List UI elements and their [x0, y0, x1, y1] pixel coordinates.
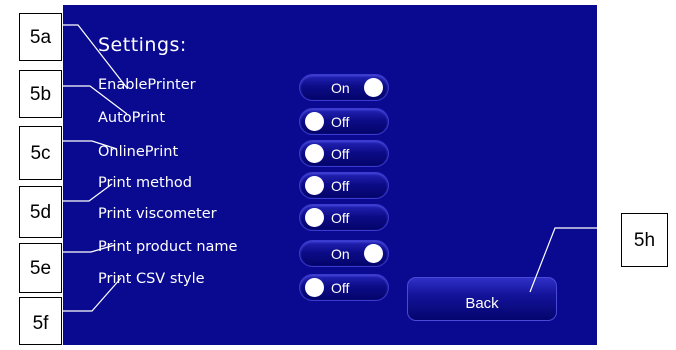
callout-leader-lines — [61, 24, 622, 312]
callout-5d: 5d — [19, 186, 62, 238]
leader-5h — [529, 227, 622, 293]
leader-5a — [61, 24, 128, 89]
leader-5c — [61, 140, 118, 150]
callout-5b: 5b — [19, 70, 62, 118]
callout-5h: 5h — [621, 213, 668, 267]
leader-5b — [61, 85, 128, 115]
callout-5f: 5f — [19, 297, 62, 345]
leader-5f — [61, 277, 122, 312]
leader-5d — [61, 183, 113, 202]
callout-5c: 5c — [19, 126, 62, 180]
leader-5e — [61, 244, 116, 253]
callout-5a: 5a — [19, 13, 62, 61]
callout-5e: 5e — [19, 243, 62, 293]
